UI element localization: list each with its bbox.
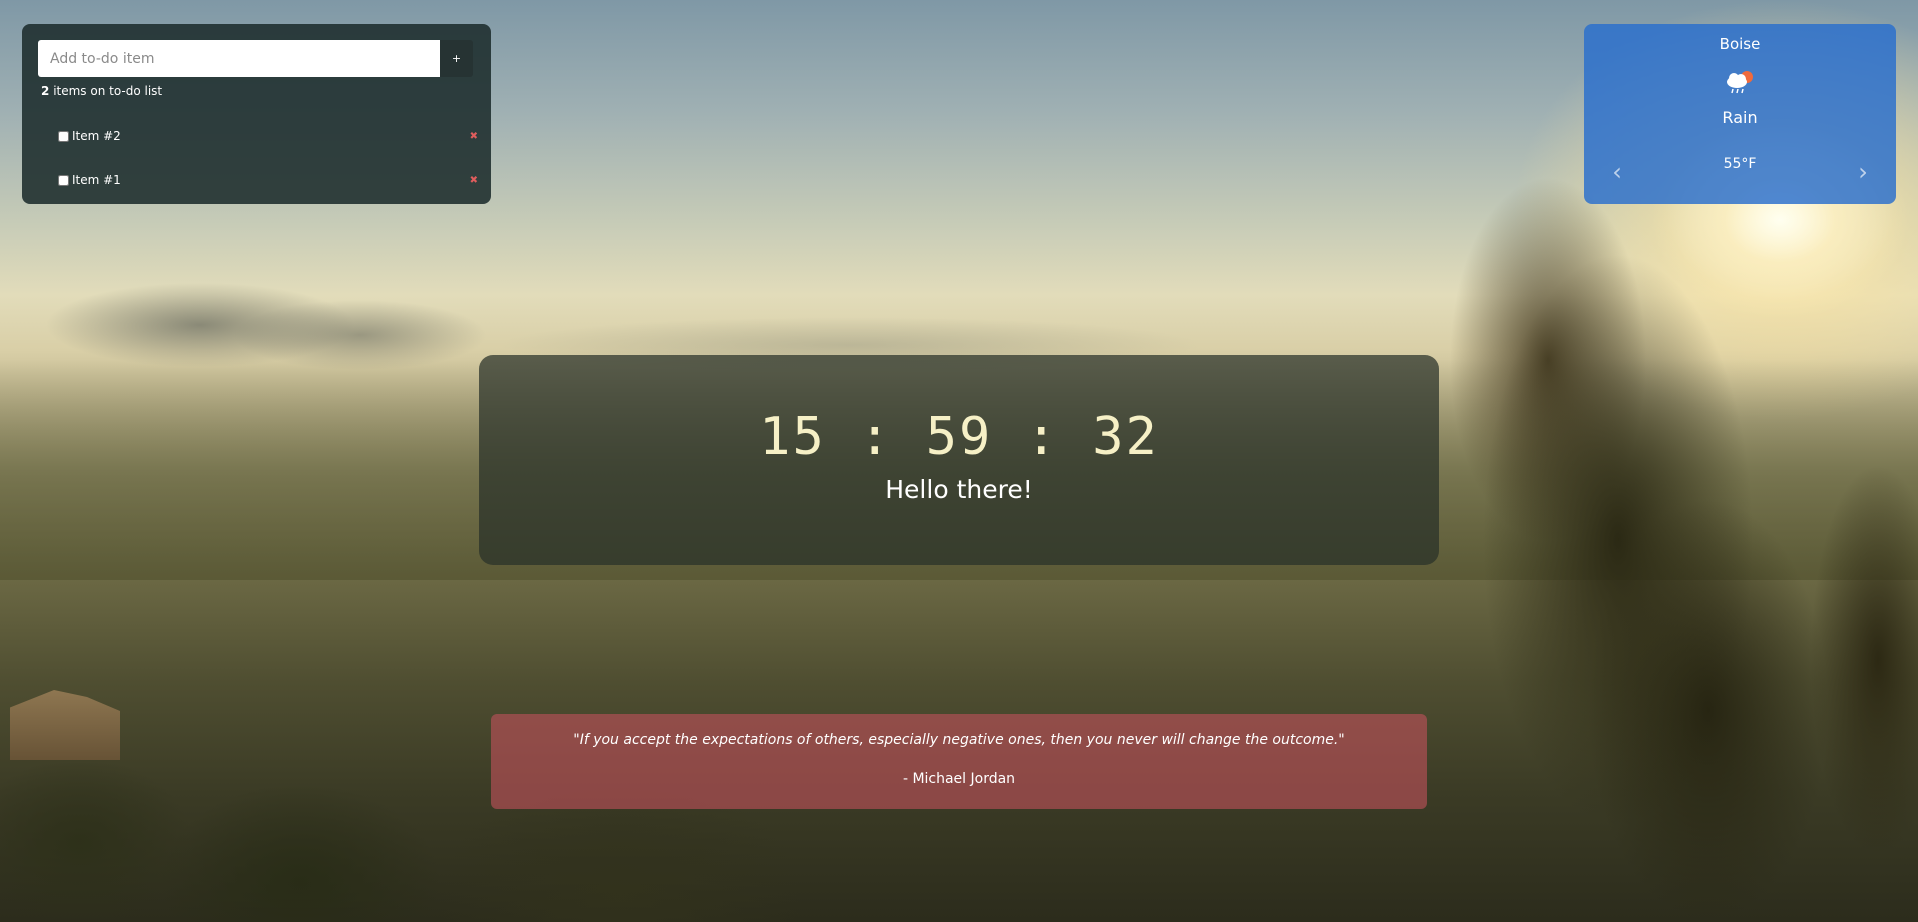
weather-temperature: 55°F <box>1723 156 1757 172</box>
delete-icon[interactable]: ✖ <box>470 131 478 142</box>
cloud-sun-rain-icon <box>1727 71 1753 94</box>
quote-text: "If you accept the expectations of other… <box>573 732 1345 748</box>
greeting: Hello there! <box>885 475 1033 504</box>
todo-input-row: + <box>38 40 473 77</box>
weather-city: Boise <box>1719 35 1761 53</box>
todo-panel: + 2 items on to-do list Item #2 ✖ Item #… <box>22 24 491 204</box>
todo-checkbox[interactable] <box>58 174 69 186</box>
clock-card: 15 : 59 : 32 Hello there! <box>479 355 1439 565</box>
delete-icon[interactable]: ✖ <box>470 175 478 186</box>
weather-condition: Rain <box>1722 108 1758 127</box>
todo-item: Item #1 ✖ <box>58 173 478 187</box>
edge-tree <box>1798 380 1918 920</box>
todo-input[interactable] <box>38 40 440 77</box>
chevron-right-icon[interactable]: › <box>1852 157 1874 187</box>
quote-author: - Michael Jordan <box>902 771 1016 787</box>
todo-item: Item #2 ✖ <box>58 129 478 143</box>
todo-count: 2 items on to-do list <box>41 84 162 98</box>
clock-time: 15 : 59 : 32 <box>759 407 1159 467</box>
todo-item-label: Item #2 <box>72 129 121 143</box>
add-todo-button[interactable]: + <box>440 40 473 77</box>
weather-panel: Boise Rain ‹ 55°F › <box>1584 24 1896 204</box>
todo-checkbox[interactable] <box>58 130 69 142</box>
todo-item-label: Item #1 <box>72 173 121 187</box>
todo-count-label: items on to-do list <box>53 84 163 98</box>
todo-count-number: 2 <box>41 84 50 98</box>
quote-card: "If you accept the expectations of other… <box>491 714 1427 809</box>
